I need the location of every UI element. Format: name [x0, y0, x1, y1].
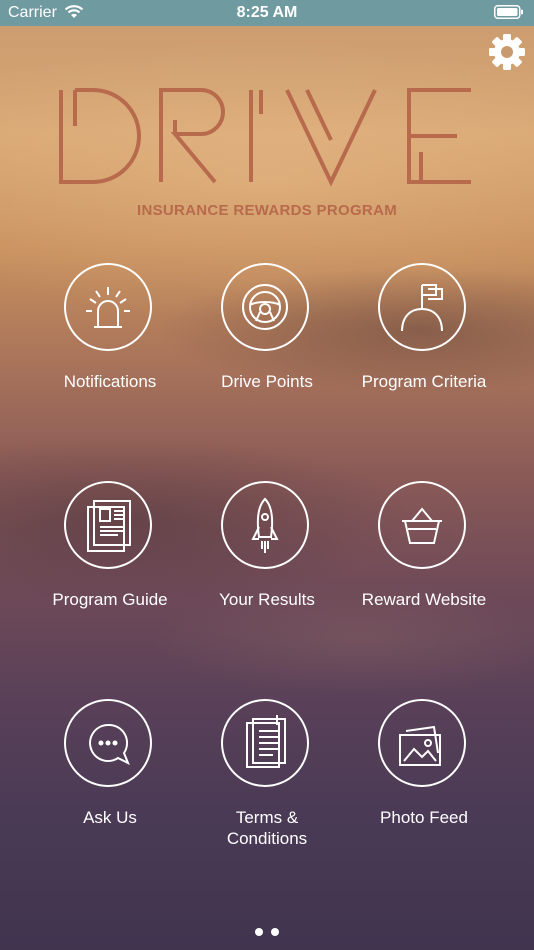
ask-us-icon-circle: [64, 699, 152, 787]
gear-icon: [489, 34, 525, 70]
drive-points-icon-circle: [221, 263, 309, 351]
photo-feed-icon-circle: [378, 699, 466, 787]
alarm-light-icon: [86, 287, 130, 328]
photo-feed-label: Photo Feed: [380, 808, 468, 827]
basket-icon: [402, 507, 442, 544]
program-guide-tile[interactable]: Program Guide: [21, 481, 199, 681]
page-dot-1[interactable]: [255, 928, 263, 936]
page-dot-2[interactable]: [271, 928, 279, 936]
terms-label-line2: Conditions: [226, 829, 308, 848]
photos-icon: [399, 725, 441, 766]
drive-logo: [55, 84, 479, 188]
clock: 8:25 AM: [236, 4, 298, 21]
settings-button[interactable]: [488, 33, 526, 71]
program-guide-label: Program Guide: [52, 590, 168, 609]
reward-website-label: Reward Website: [361, 590, 487, 609]
program-criteria-tile[interactable]: Program Criteria: [335, 263, 513, 463]
ask-us-tile[interactable]: Ask Us: [21, 699, 199, 899]
photo-feed-tile[interactable]: Photo Feed: [335, 699, 513, 899]
ask-us-label: Ask Us: [83, 808, 137, 827]
terms-icon-circle: [221, 699, 309, 787]
battery-icon: [494, 5, 524, 24]
chat-bubble-icon: [89, 723, 130, 766]
document-guide-icon: [87, 500, 131, 552]
drive-points-label: Drive Points: [221, 372, 313, 391]
page-indicator[interactable]: [0, 923, 534, 941]
program-guide-icon-circle: [64, 481, 152, 569]
your-results-icon-circle: [221, 481, 309, 569]
program-subtitle: INSURANCE REWARDS PROGRAM: [136, 202, 397, 219]
reward-website-tile[interactable]: Reward Website: [335, 481, 513, 681]
terms-label: Terms & Conditions: [178, 807, 356, 849]
program-criteria-label: Program Criteria: [361, 372, 487, 391]
rocket-icon: [251, 497, 279, 553]
steering-wheel-icon: [242, 284, 288, 330]
reward-website-icon-circle: [378, 481, 466, 569]
notifications-label: Notifications: [63, 372, 157, 391]
notifications-icon-circle: [64, 263, 152, 351]
your-results-tile[interactable]: Your Results: [178, 481, 356, 681]
notifications-tile[interactable]: Notifications: [21, 263, 199, 463]
your-results-label: Your Results: [219, 590, 315, 609]
terms-label-line1: Terms &: [235, 808, 299, 827]
drive-points-tile[interactable]: Drive Points: [178, 263, 356, 463]
clipboard-document-icon: [246, 715, 286, 768]
home-screen: Carrier 8:25 AM INSURANCE REWARDS PROGRA…: [0, 0, 534, 950]
flag-hill-icon: [401, 284, 443, 332]
program-criteria-icon-circle: [378, 263, 466, 351]
terms-conditions-tile[interactable]: Terms & Conditions: [178, 699, 356, 899]
status-bar: Carrier 8:25 AM: [0, 0, 534, 26]
